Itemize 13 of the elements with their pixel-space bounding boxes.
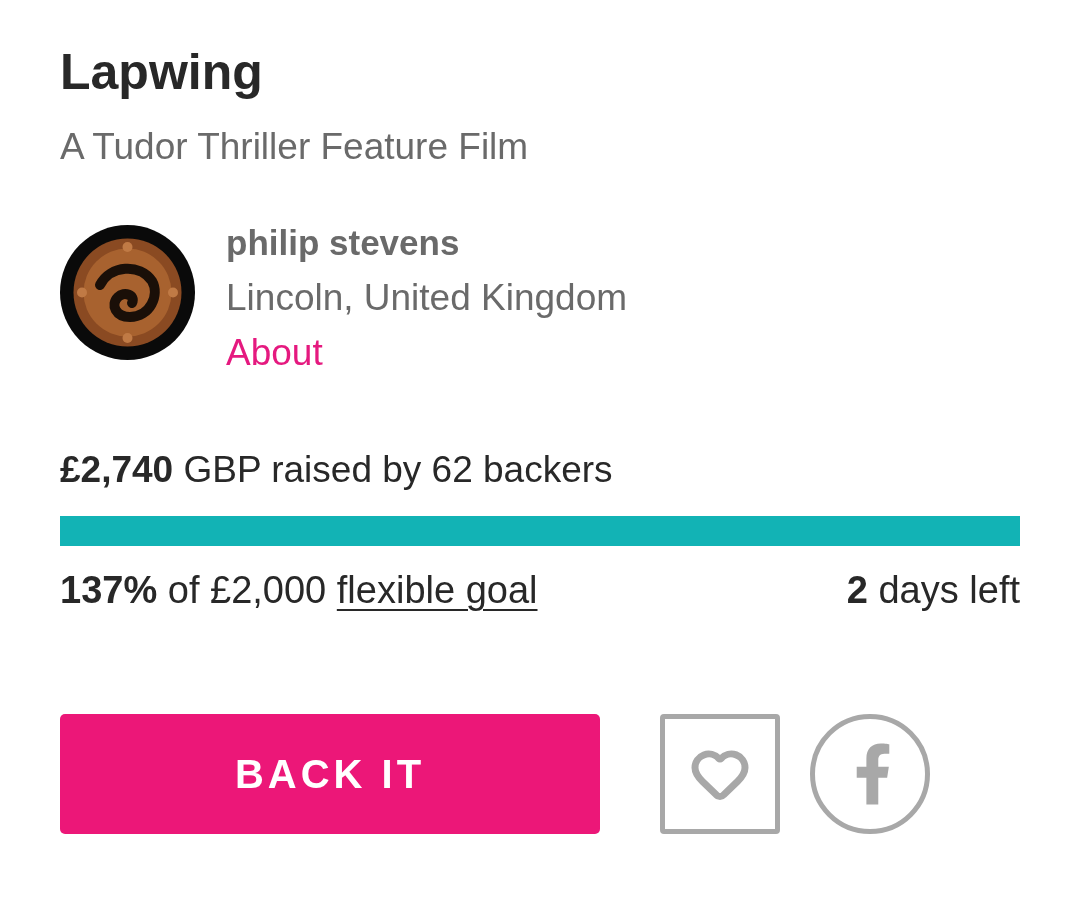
favorite-button[interactable]: [660, 714, 780, 834]
creator-name: philip stevens: [226, 222, 460, 264]
goal-text: 137% of £2,000 flexible goal: [60, 568, 538, 612]
raised-summary: £2,740 GBP raised by 62 backers: [60, 448, 613, 492]
facebook-button[interactable]: [810, 714, 930, 834]
about-link[interactable]: About: [226, 325, 323, 380]
days-left: 2 days left: [846, 568, 1020, 612]
creator-location: Lincoln, United Kingdom: [226, 276, 628, 320]
facebook-icon: [854, 743, 892, 805]
project-title: Lapwing: [60, 43, 263, 102]
flexible-goal-link[interactable]: flexible goal: [336, 569, 538, 611]
project-subtitle: A Tudor Thriller Feature Film: [60, 127, 529, 167]
back-it-button[interactable]: BACK IT: [60, 714, 600, 834]
